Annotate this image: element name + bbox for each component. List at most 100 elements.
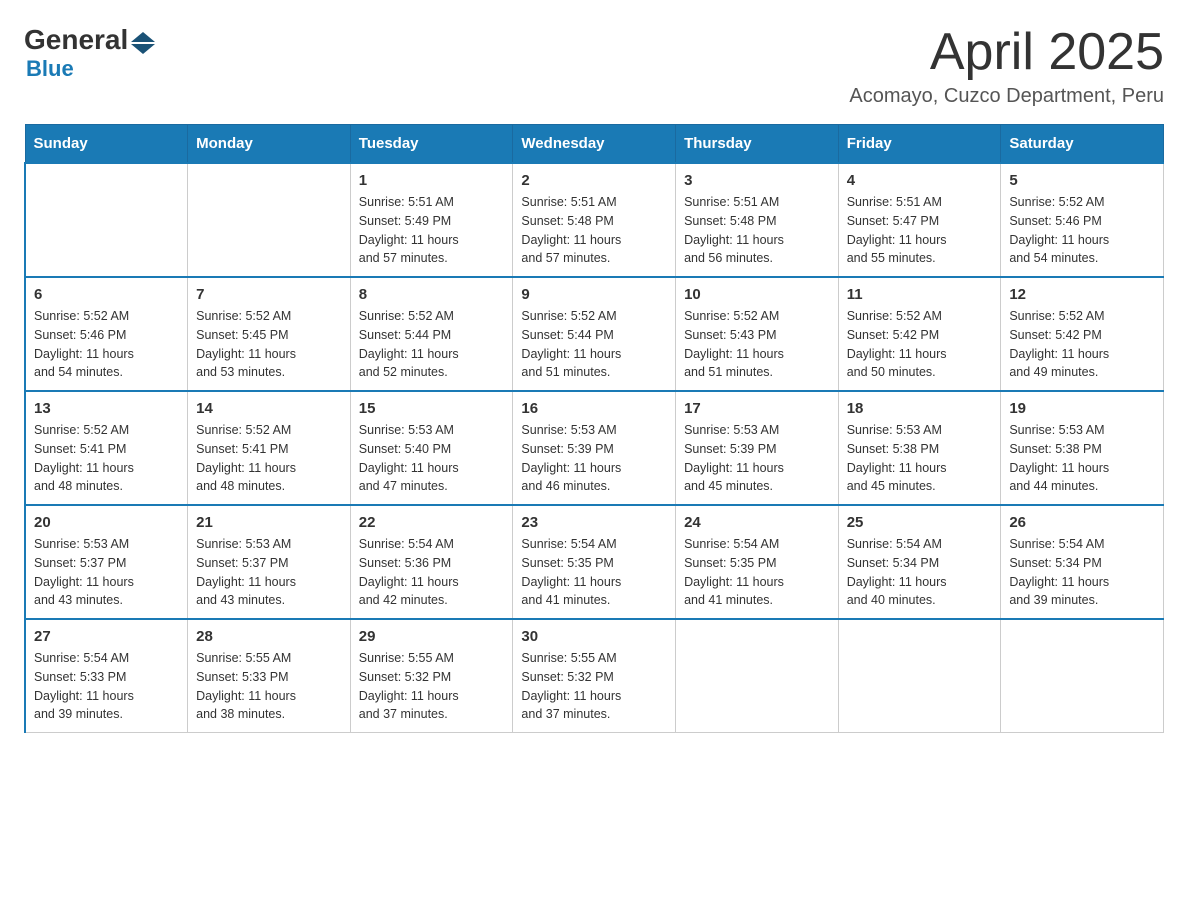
calendar-cell xyxy=(25,163,188,277)
day-number: 10 xyxy=(684,286,830,303)
calendar-cell xyxy=(1001,619,1164,733)
day-info: Sunrise: 5:51 AMSunset: 5:48 PMDaylight:… xyxy=(684,193,830,268)
calendar-cell: 15 Sunrise: 5:53 AMSunset: 5:40 PMDayligh… xyxy=(350,391,513,505)
calendar-table: SundayMondayTuesdayWednesdayThursdayFrid… xyxy=(24,124,1164,733)
day-number: 19 xyxy=(1009,400,1155,417)
day-number: 27 xyxy=(34,628,179,645)
calendar-cell: 10 Sunrise: 5:52 AMSunset: 5:43 PMDayligh… xyxy=(676,277,839,391)
calendar-header-friday: Friday xyxy=(838,125,1001,164)
day-number: 28 xyxy=(196,628,342,645)
calendar-cell: 30 Sunrise: 5:55 AMSunset: 5:32 PMDayligh… xyxy=(513,619,676,733)
day-info: Sunrise: 5:53 AMSunset: 5:37 PMDaylight:… xyxy=(34,535,179,610)
day-number: 2 xyxy=(521,172,667,189)
logo-blue-text: Blue xyxy=(26,56,74,82)
calendar-cell: 5 Sunrise: 5:52 AMSunset: 5:46 PMDaylight… xyxy=(1001,163,1164,277)
day-info: Sunrise: 5:54 AMSunset: 5:35 PMDaylight:… xyxy=(521,535,667,610)
day-number: 3 xyxy=(684,172,830,189)
calendar-cell: 18Sunrise: 5:53 AMSunset: 5:38 PMDayligh… xyxy=(838,391,1001,505)
day-info: Sunrise: 5:52 AMSunset: 5:42 PMDaylight:… xyxy=(847,307,993,382)
day-info: Sunrise: 5:51 AMSunset: 5:47 PMDaylight:… xyxy=(847,193,993,268)
calendar-header-tuesday: Tuesday xyxy=(350,125,513,164)
day-number: 26 xyxy=(1009,514,1155,531)
calendar-cell: 23 Sunrise: 5:54 AMSunset: 5:35 PMDayligh… xyxy=(513,505,676,619)
calendar-cell: 21 Sunrise: 5:53 AMSunset: 5:37 PMDayligh… xyxy=(188,505,351,619)
day-info: Sunrise: 5:54 AMSunset: 5:35 PMDaylight:… xyxy=(684,535,830,610)
day-number: 12 xyxy=(1009,286,1155,303)
calendar-header-row: SundayMondayTuesdayWednesdayThursdayFrid… xyxy=(25,125,1164,164)
day-info: Sunrise: 5:54 AMSunset: 5:33 PMDaylight:… xyxy=(34,649,179,724)
calendar-cell: 26 Sunrise: 5:54 AMSunset: 5:34 PMDayligh… xyxy=(1001,505,1164,619)
day-number: 5 xyxy=(1009,172,1155,189)
page-subtitle: Acomayo, Cuzco Department, Peru xyxy=(849,85,1164,108)
day-info: Sunrise: 5:55 AMSunset: 5:32 PMDaylight:… xyxy=(521,649,667,724)
calendar-header-monday: Monday xyxy=(188,125,351,164)
day-number: 8 xyxy=(359,286,505,303)
day-number: 24 xyxy=(684,514,830,531)
day-info: Sunrise: 5:54 AMSunset: 5:34 PMDaylight:… xyxy=(1009,535,1155,610)
calendar-cell: 1 Sunrise: 5:51 AMSunset: 5:49 PMDaylight… xyxy=(350,163,513,277)
day-info: Sunrise: 5:53 AMSunset: 5:40 PMDaylight:… xyxy=(359,421,505,496)
calendar-cell: 9 Sunrise: 5:52 AMSunset: 5:44 PMDaylight… xyxy=(513,277,676,391)
calendar-cell: 2Sunrise: 5:51 AMSunset: 5:48 PMDaylight… xyxy=(513,163,676,277)
day-info: Sunrise: 5:53 AMSunset: 5:37 PMDaylight:… xyxy=(196,535,342,610)
day-info: Sunrise: 5:52 AMSunset: 5:46 PMDaylight:… xyxy=(34,307,179,382)
calendar-cell: 13Sunrise: 5:52 AMSunset: 5:41 PMDayligh… xyxy=(25,391,188,505)
day-info: Sunrise: 5:54 AMSunset: 5:34 PMDaylight:… xyxy=(847,535,993,610)
calendar-cell: 14Sunrise: 5:52 AMSunset: 5:41 PMDayligh… xyxy=(188,391,351,505)
title-block: April 2025 Acomayo, Cuzco Department, Pe… xyxy=(849,24,1164,108)
calendar-cell xyxy=(838,619,1001,733)
day-info: Sunrise: 5:52 AMSunset: 5:44 PMDaylight:… xyxy=(521,307,667,382)
day-number: 14 xyxy=(196,400,342,417)
calendar-cell xyxy=(188,163,351,277)
calendar-cell: 29Sunrise: 5:55 AMSunset: 5:32 PMDayligh… xyxy=(350,619,513,733)
logo: General Blue xyxy=(24,24,155,82)
day-number: 30 xyxy=(521,628,667,645)
calendar-week-row: 1 Sunrise: 5:51 AMSunset: 5:49 PMDaylight… xyxy=(25,163,1164,277)
calendar-week-row: 20 Sunrise: 5:53 AMSunset: 5:37 PMDayligh… xyxy=(25,505,1164,619)
day-info: Sunrise: 5:55 AMSunset: 5:33 PMDaylight:… xyxy=(196,649,342,724)
day-info: Sunrise: 5:53 AMSunset: 5:38 PMDaylight:… xyxy=(847,421,993,496)
day-info: Sunrise: 5:52 AMSunset: 5:43 PMDaylight:… xyxy=(684,307,830,382)
day-info: Sunrise: 5:53 AMSunset: 5:38 PMDaylight:… xyxy=(1009,421,1155,496)
day-info: Sunrise: 5:52 AMSunset: 5:45 PMDaylight:… xyxy=(196,307,342,382)
day-number: 21 xyxy=(196,514,342,531)
day-info: Sunrise: 5:53 AMSunset: 5:39 PMDaylight:… xyxy=(684,421,830,496)
logo-general-text: General xyxy=(24,24,128,56)
day-info: Sunrise: 5:53 AMSunset: 5:39 PMDaylight:… xyxy=(521,421,667,496)
calendar-cell: 16 Sunrise: 5:53 AMSunset: 5:39 PMDayligh… xyxy=(513,391,676,505)
day-number: 6 xyxy=(34,286,179,303)
page-header: General Blue April 2025 Acomayo, Cuzco D… xyxy=(24,24,1164,108)
calendar-cell: 11 Sunrise: 5:52 AMSunset: 5:42 PMDayligh… xyxy=(838,277,1001,391)
day-number: 22 xyxy=(359,514,505,531)
calendar-cell: 19 Sunrise: 5:53 AMSunset: 5:38 PMDayligh… xyxy=(1001,391,1164,505)
day-info: Sunrise: 5:52 AMSunset: 5:44 PMDaylight:… xyxy=(359,307,505,382)
day-number: 9 xyxy=(521,286,667,303)
calendar-cell: 4Sunrise: 5:51 AMSunset: 5:47 PMDaylight… xyxy=(838,163,1001,277)
day-number: 15 xyxy=(359,400,505,417)
day-info: Sunrise: 5:52 AMSunset: 5:42 PMDaylight:… xyxy=(1009,307,1155,382)
day-number: 20 xyxy=(34,514,179,531)
day-number: 7 xyxy=(196,286,342,303)
day-number: 17 xyxy=(684,400,830,417)
calendar-cell: 17 Sunrise: 5:53 AMSunset: 5:39 PMDayligh… xyxy=(676,391,839,505)
day-number: 11 xyxy=(847,286,993,303)
calendar-week-row: 13Sunrise: 5:52 AMSunset: 5:41 PMDayligh… xyxy=(25,391,1164,505)
day-number: 23 xyxy=(521,514,667,531)
calendar-header-saturday: Saturday xyxy=(1001,125,1164,164)
calendar-cell: 27 Sunrise: 5:54 AMSunset: 5:33 PMDayligh… xyxy=(25,619,188,733)
calendar-cell: 28 Sunrise: 5:55 AMSunset: 5:33 PMDayligh… xyxy=(188,619,351,733)
calendar-week-row: 6 Sunrise: 5:52 AMSunset: 5:46 PMDaylight… xyxy=(25,277,1164,391)
day-info: Sunrise: 5:52 AMSunset: 5:46 PMDaylight:… xyxy=(1009,193,1155,268)
calendar-header-sunday: Sunday xyxy=(25,125,188,164)
calendar-cell: 12 Sunrise: 5:52 AMSunset: 5:42 PMDayligh… xyxy=(1001,277,1164,391)
calendar-cell: 24 Sunrise: 5:54 AMSunset: 5:35 PMDayligh… xyxy=(676,505,839,619)
calendar-header-wednesday: Wednesday xyxy=(513,125,676,164)
calendar-cell: 20 Sunrise: 5:53 AMSunset: 5:37 PMDayligh… xyxy=(25,505,188,619)
calendar-cell: 8 Sunrise: 5:52 AMSunset: 5:44 PMDaylight… xyxy=(350,277,513,391)
day-info: Sunrise: 5:51 AMSunset: 5:49 PMDaylight:… xyxy=(359,193,505,268)
day-number: 29 xyxy=(359,628,505,645)
day-number: 25 xyxy=(847,514,993,531)
day-number: 16 xyxy=(521,400,667,417)
calendar-header-thursday: Thursday xyxy=(676,125,839,164)
day-number: 1 xyxy=(359,172,505,189)
